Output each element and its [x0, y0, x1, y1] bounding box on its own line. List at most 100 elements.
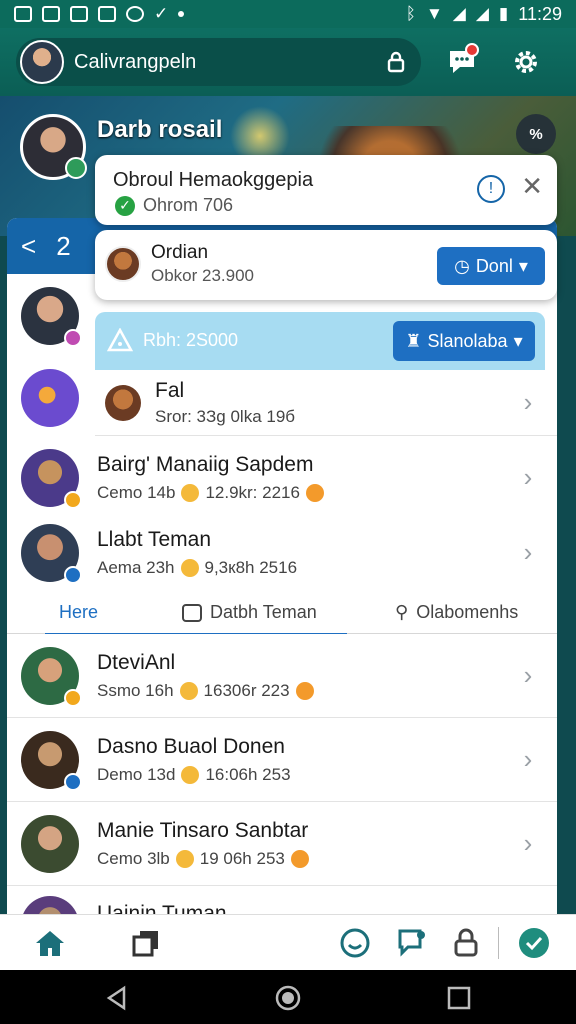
nav-dropdown-button[interactable]: ♜ Slanolaba ▾	[393, 321, 535, 361]
signal-icon: ◢	[452, 4, 466, 23]
item-meta-time: Ssmo 16h	[97, 680, 174, 700]
chat-notification-icon	[126, 6, 144, 22]
chevron-right-icon: ›	[523, 462, 533, 492]
nav-info-text: Rbh: 2S000	[143, 330, 239, 350]
emoji-icon	[179, 681, 198, 700]
avatar[interactable]	[20, 40, 64, 84]
smile-icon[interactable]	[337, 925, 373, 961]
messages-button[interactable]	[439, 39, 485, 85]
gear-icon	[515, 51, 537, 73]
tab-comments[interactable]: ⚲ Olabomenhs	[395, 602, 518, 623]
notice-card[interactable]: Obroul Hemaokggepia ✓ Ohrom 706 ! ✕	[95, 155, 557, 225]
item-meta: Sror: 3Зg 0lka 19б	[155, 406, 296, 426]
chevron-down-icon: ▾	[518, 255, 528, 276]
avatar	[21, 646, 82, 707]
item-meta: Cemo 14b 12.9kr: 2216	[97, 483, 513, 503]
item-meta-stats: 19 06h 253	[199, 848, 285, 868]
item-meta-stats: 16:06h 253	[205, 764, 291, 784]
lock-icon[interactable]	[381, 47, 411, 77]
notice-subtitle-row: ✓ Ohrom 706	[115, 195, 233, 216]
emoji-icon	[180, 558, 199, 577]
notification-badge	[465, 43, 479, 57]
app-title: Calivrangpeln	[74, 50, 197, 73]
divider	[498, 927, 499, 959]
percent-button[interactable]: %	[516, 114, 556, 154]
tab-label: Datbh Teman	[210, 602, 317, 622]
navigation-bar-card[interactable]: Rbh: 2S000 ♜ Slanolaba ▾	[95, 312, 545, 370]
item-name: Manie Tinsaro Sanbtar	[97, 818, 309, 842]
emoji-icon	[290, 849, 309, 868]
copy-icon[interactable]	[128, 925, 164, 961]
profile-name: Darb rosail	[97, 116, 223, 143]
battery-icon: ▮	[498, 4, 509, 23]
home-icon[interactable]	[32, 925, 68, 961]
order-button-label: Donl	[475, 255, 513, 276]
clock-icon: ◷	[454, 255, 470, 276]
tab-friends[interactable]: Datbh Teman	[182, 602, 317, 623]
order-title: Ordian	[151, 242, 209, 263]
status-badge	[64, 329, 82, 347]
list-item[interactable]: Dasno Buaol Donen Demo 13d 16:06h 253 ›	[7, 718, 557, 802]
avatar	[21, 523, 82, 584]
recents-square-icon[interactable]	[446, 985, 472, 1011]
back-button[interactable]: <	[21, 231, 36, 262]
chevron-right-icon: ›	[523, 660, 533, 690]
profile-pill[interactable]: Calivrangpeln	[16, 38, 421, 86]
avatar	[21, 896, 79, 916]
item-name: DteviAnl	[97, 650, 176, 674]
item-meta-time: Cemo 3lb	[97, 848, 170, 868]
chat-edit-icon[interactable]	[394, 925, 430, 961]
tab-bar: Here Datbh Teman ⚲ Olabomenhs	[7, 590, 557, 636]
item-meta-stats: 16306r 223	[203, 680, 290, 700]
count-label: 2	[56, 230, 71, 261]
item-name: Bairg' Manaiig Sapdem	[97, 452, 314, 476]
settings-button[interactable]	[503, 39, 549, 85]
tab-label: Here	[59, 602, 99, 622]
item-meta-stats: 12.9kr: 2216	[205, 482, 300, 502]
tab-here[interactable]: Here	[59, 602, 98, 623]
avatar	[105, 384, 141, 421]
list-item[interactable]: Uainin Tuman	[7, 886, 557, 916]
back-triangle-icon[interactable]	[104, 985, 130, 1011]
clock: 11:29	[518, 3, 562, 24]
home-circle-icon[interactable]	[275, 985, 301, 1011]
list-item[interactable]: Llabt Teman Aema 23h 9,3к8h 2516 ›	[7, 515, 557, 591]
order-subtitle: Obkor 23.900	[151, 266, 255, 285]
chevron-down-icon: ▾	[513, 330, 523, 351]
item-meta-time: Cemo 14b	[97, 482, 176, 502]
verified-badge-icon	[65, 157, 87, 179]
emoji-icon	[175, 849, 194, 868]
lock-icon[interactable]	[448, 925, 484, 961]
chevron-right-icon: ›	[523, 744, 533, 774]
dot-icon	[178, 11, 185, 17]
item-meta-stats: 9,3к8h 2516	[204, 557, 298, 577]
item-meta: Cemo 3lb 19 06h 253	[97, 849, 513, 869]
nav-button-label: Slanolaba	[427, 330, 508, 351]
bottom-nav	[0, 914, 576, 970]
notification-icon	[98, 6, 116, 22]
list-item[interactable]: Fal Sror: 3Зg 0lka 19б ›	[95, 370, 557, 436]
status-badge	[64, 490, 82, 509]
avatar	[21, 814, 79, 873]
chevron-right-icon: ›	[523, 828, 533, 858]
close-icon[interactable]: ✕	[521, 171, 543, 202]
triangle-warning-icon	[107, 328, 133, 352]
order-card[interactable]: Ordian Obkor 23.900 ◷ Donl ▾	[95, 230, 557, 300]
profile-avatar[interactable]	[20, 114, 87, 180]
order-dropdown-button[interactable]: ◷ Donl ▾	[437, 247, 545, 285]
emoji-icon	[181, 483, 200, 502]
search-icon: ⚲	[395, 602, 409, 622]
notice-subtitle: Ohrom 706	[143, 195, 234, 215]
tower-icon: ♜	[405, 330, 422, 351]
list-item[interactable]: Bairg' Manaiig Sapdem Cemo 14b 12.9kr: 2…	[7, 436, 557, 520]
system-nav-bar	[0, 970, 576, 1024]
list-item[interactable]: Manie Tinsaro Sanbtar Cemo 3lb 19 06h 25…	[7, 802, 557, 886]
status-badge	[64, 565, 82, 584]
status-badge	[64, 688, 82, 707]
info-icon[interactable]: !	[477, 175, 505, 203]
notice-title: Obroul Hemaokggepia	[113, 169, 314, 191]
list-item[interactable]: DteviAnl Ssmo 16h 16306r 223 ›	[7, 634, 557, 718]
confirm-check-icon[interactable]	[516, 925, 552, 961]
chevron-right-icon: ›	[523, 537, 533, 567]
check-circle-icon: ✓	[115, 195, 135, 216]
